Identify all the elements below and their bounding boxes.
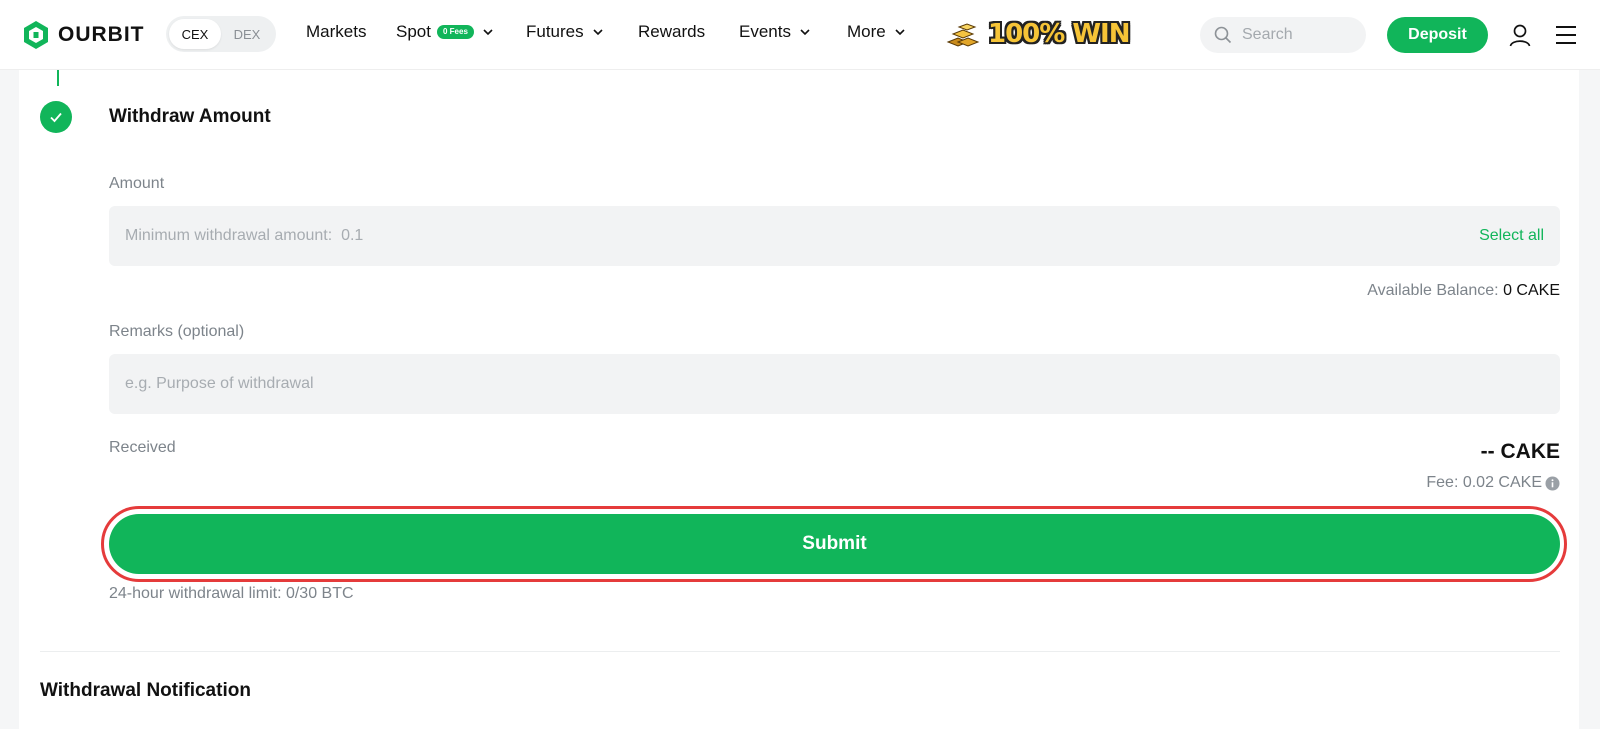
promo-text: 100% WIN — [988, 19, 1130, 49]
user-icon[interactable] — [1508, 23, 1532, 47]
zero-fees-badge: 0 Fees — [436, 25, 474, 39]
top-nav-bar: OURBIT CEX DEX Markets Spot 0 Fees Futur… — [0, 0, 1600, 70]
amount-input[interactable] — [125, 227, 1480, 245]
promo-banner[interactable]: 100% WIN — [944, 16, 1130, 52]
info-icon[interactable] — [1545, 476, 1560, 491]
fee-text: Fee: 0.02 CAKE — [1426, 474, 1542, 491]
remarks-field[interactable] — [109, 354, 1560, 414]
submit-button[interactable]: Submit — [109, 514, 1560, 574]
select-all-link[interactable]: Select all — [1479, 227, 1544, 245]
logo[interactable]: OURBIT — [22, 20, 145, 50]
withdrawal-notification-title: Withdrawal Notification — [40, 680, 251, 701]
ourbit-logo-icon — [24, 21, 48, 49]
chevron-down-icon — [593, 29, 603, 36]
cex-dex-toggle: CEX DEX — [166, 16, 276, 52]
nav-more[interactable]: More — [847, 22, 906, 42]
nav-rewards-label: Rewards — [638, 22, 706, 41]
chevron-down-icon — [800, 29, 810, 36]
nav-futures-label: Futures — [526, 22, 584, 41]
balance-value: 0 CAKE — [1503, 282, 1560, 299]
nav-spot[interactable]: Spot 0 Fees — [396, 22, 494, 42]
available-balance: Available Balance: 0 CAKE — [1367, 282, 1560, 300]
toggle-dex[interactable]: DEX — [221, 19, 273, 49]
search-input[interactable] — [1242, 26, 1352, 44]
nav-events[interactable]: Events — [739, 22, 811, 42]
nav-futures[interactable]: Futures — [526, 22, 604, 42]
toggle-cex[interactable]: CEX — [169, 19, 221, 49]
step-connector-line — [57, 70, 59, 86]
amount-label: Amount — [109, 175, 165, 192]
nav-markets[interactable]: Markets — [306, 22, 366, 42]
deposit-button[interactable]: Deposit — [1387, 17, 1488, 53]
nav-rewards[interactable]: Rewards — [638, 22, 705, 42]
nav-more-label: More — [847, 22, 886, 41]
section-divider — [40, 651, 1560, 652]
menu-icon[interactable] — [1554, 24, 1578, 46]
checkmark-icon — [50, 112, 62, 123]
search-icon — [1214, 26, 1232, 44]
amount-field[interactable]: Select all — [109, 206, 1560, 266]
remarks-label: Remarks (optional) — [109, 323, 245, 340]
search-box[interactable] — [1200, 17, 1366, 53]
withdrawal-limit: 24-hour withdrawal limit: 0/30 BTC — [109, 585, 354, 602]
gold-bars-icon — [946, 23, 980, 47]
nav-events-label: Events — [739, 22, 791, 41]
nav-markets-label: Markets — [306, 22, 367, 41]
withdraw-card: Withdraw Amount Amount Select all Availa… — [19, 70, 1579, 729]
chevron-down-icon — [895, 29, 905, 36]
logo-text: OURBIT — [58, 23, 145, 46]
chevron-down-icon — [483, 29, 493, 36]
balance-label: Available Balance: — [1367, 282, 1499, 299]
nav-spot-label: Spot — [396, 22, 431, 41]
remarks-input[interactable] — [125, 375, 1544, 393]
fee-info: Fee: 0.02 CAKE — [1426, 474, 1560, 492]
received-label: Received — [109, 439, 176, 456]
received-amount: -- CAKE — [1480, 440, 1560, 463]
step-title: Withdraw Amount — [109, 106, 271, 127]
step-complete-icon — [40, 101, 72, 133]
